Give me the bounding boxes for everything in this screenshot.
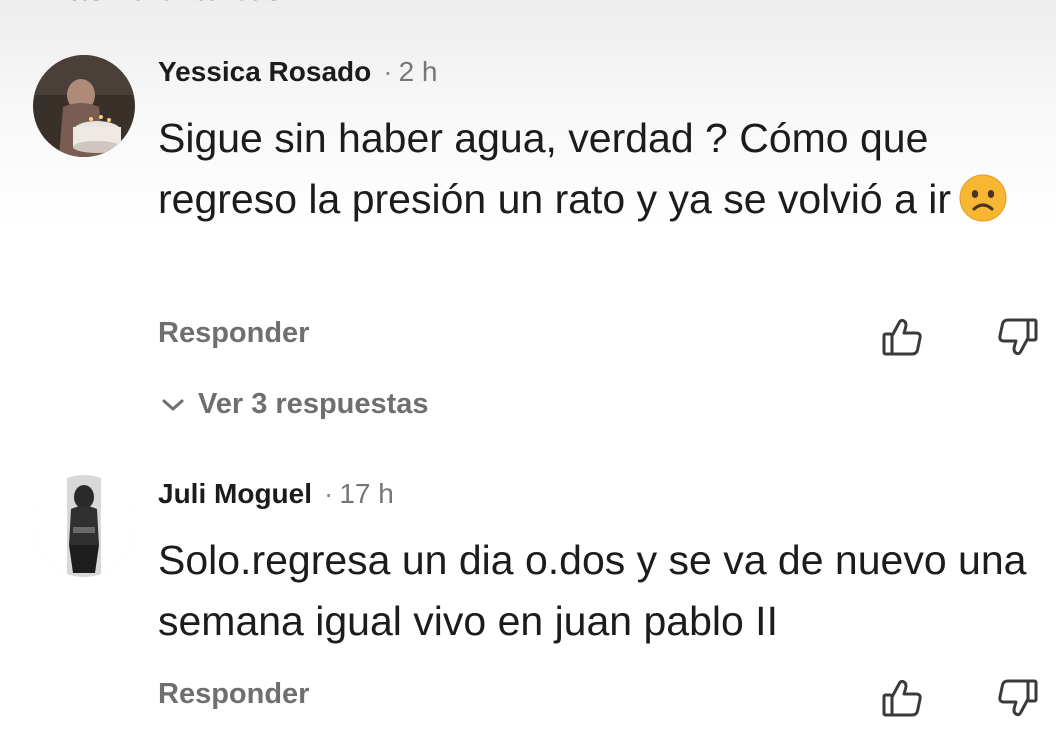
reply-button[interactable]: Responder [158,317,309,350]
author-line: Juli Moguel · 17 h [158,478,394,510]
timestamp: 17 h [339,478,394,509]
comment-body: Solo.regresa un dia o.dos y se va de nue… [158,537,1027,644]
comment-text: Solo.regresa un dia o.dos y se va de nue… [158,530,1038,652]
chevron-down-icon [162,399,184,410]
separator-dot: · [324,478,334,509]
view-replies-button[interactable]: Ver 3 respuestas [160,388,429,421]
author-name[interactable]: Juli Moguel [158,478,312,510]
thumbs-up-icon[interactable] [880,315,924,359]
reply-button[interactable]: Responder [158,678,309,711]
avatar[interactable] [33,55,135,157]
author-line: Yessica Rosado · 2 h [158,56,438,88]
author-name[interactable]: Yessica Rosado [158,56,371,88]
timestamp: 2 h [398,56,438,87]
sort-header[interactable]: Más relevantes [40,0,284,9]
view-replies-label: Ver 3 respuestas [198,388,429,420]
thumbs-down-icon[interactable] [996,676,1040,720]
comment-body: Sigue sin haber agua, verdad ? Cómo que … [158,115,952,222]
frowning-face-emoji [959,174,1007,239]
thumbs-down-icon[interactable] [996,315,1040,359]
comment-text: Sigue sin haber agua, verdad ? Cómo que … [158,108,1038,239]
thumbs-up-icon[interactable] [880,676,924,720]
avatar[interactable] [33,475,135,577]
separator-dot: · [383,56,393,87]
